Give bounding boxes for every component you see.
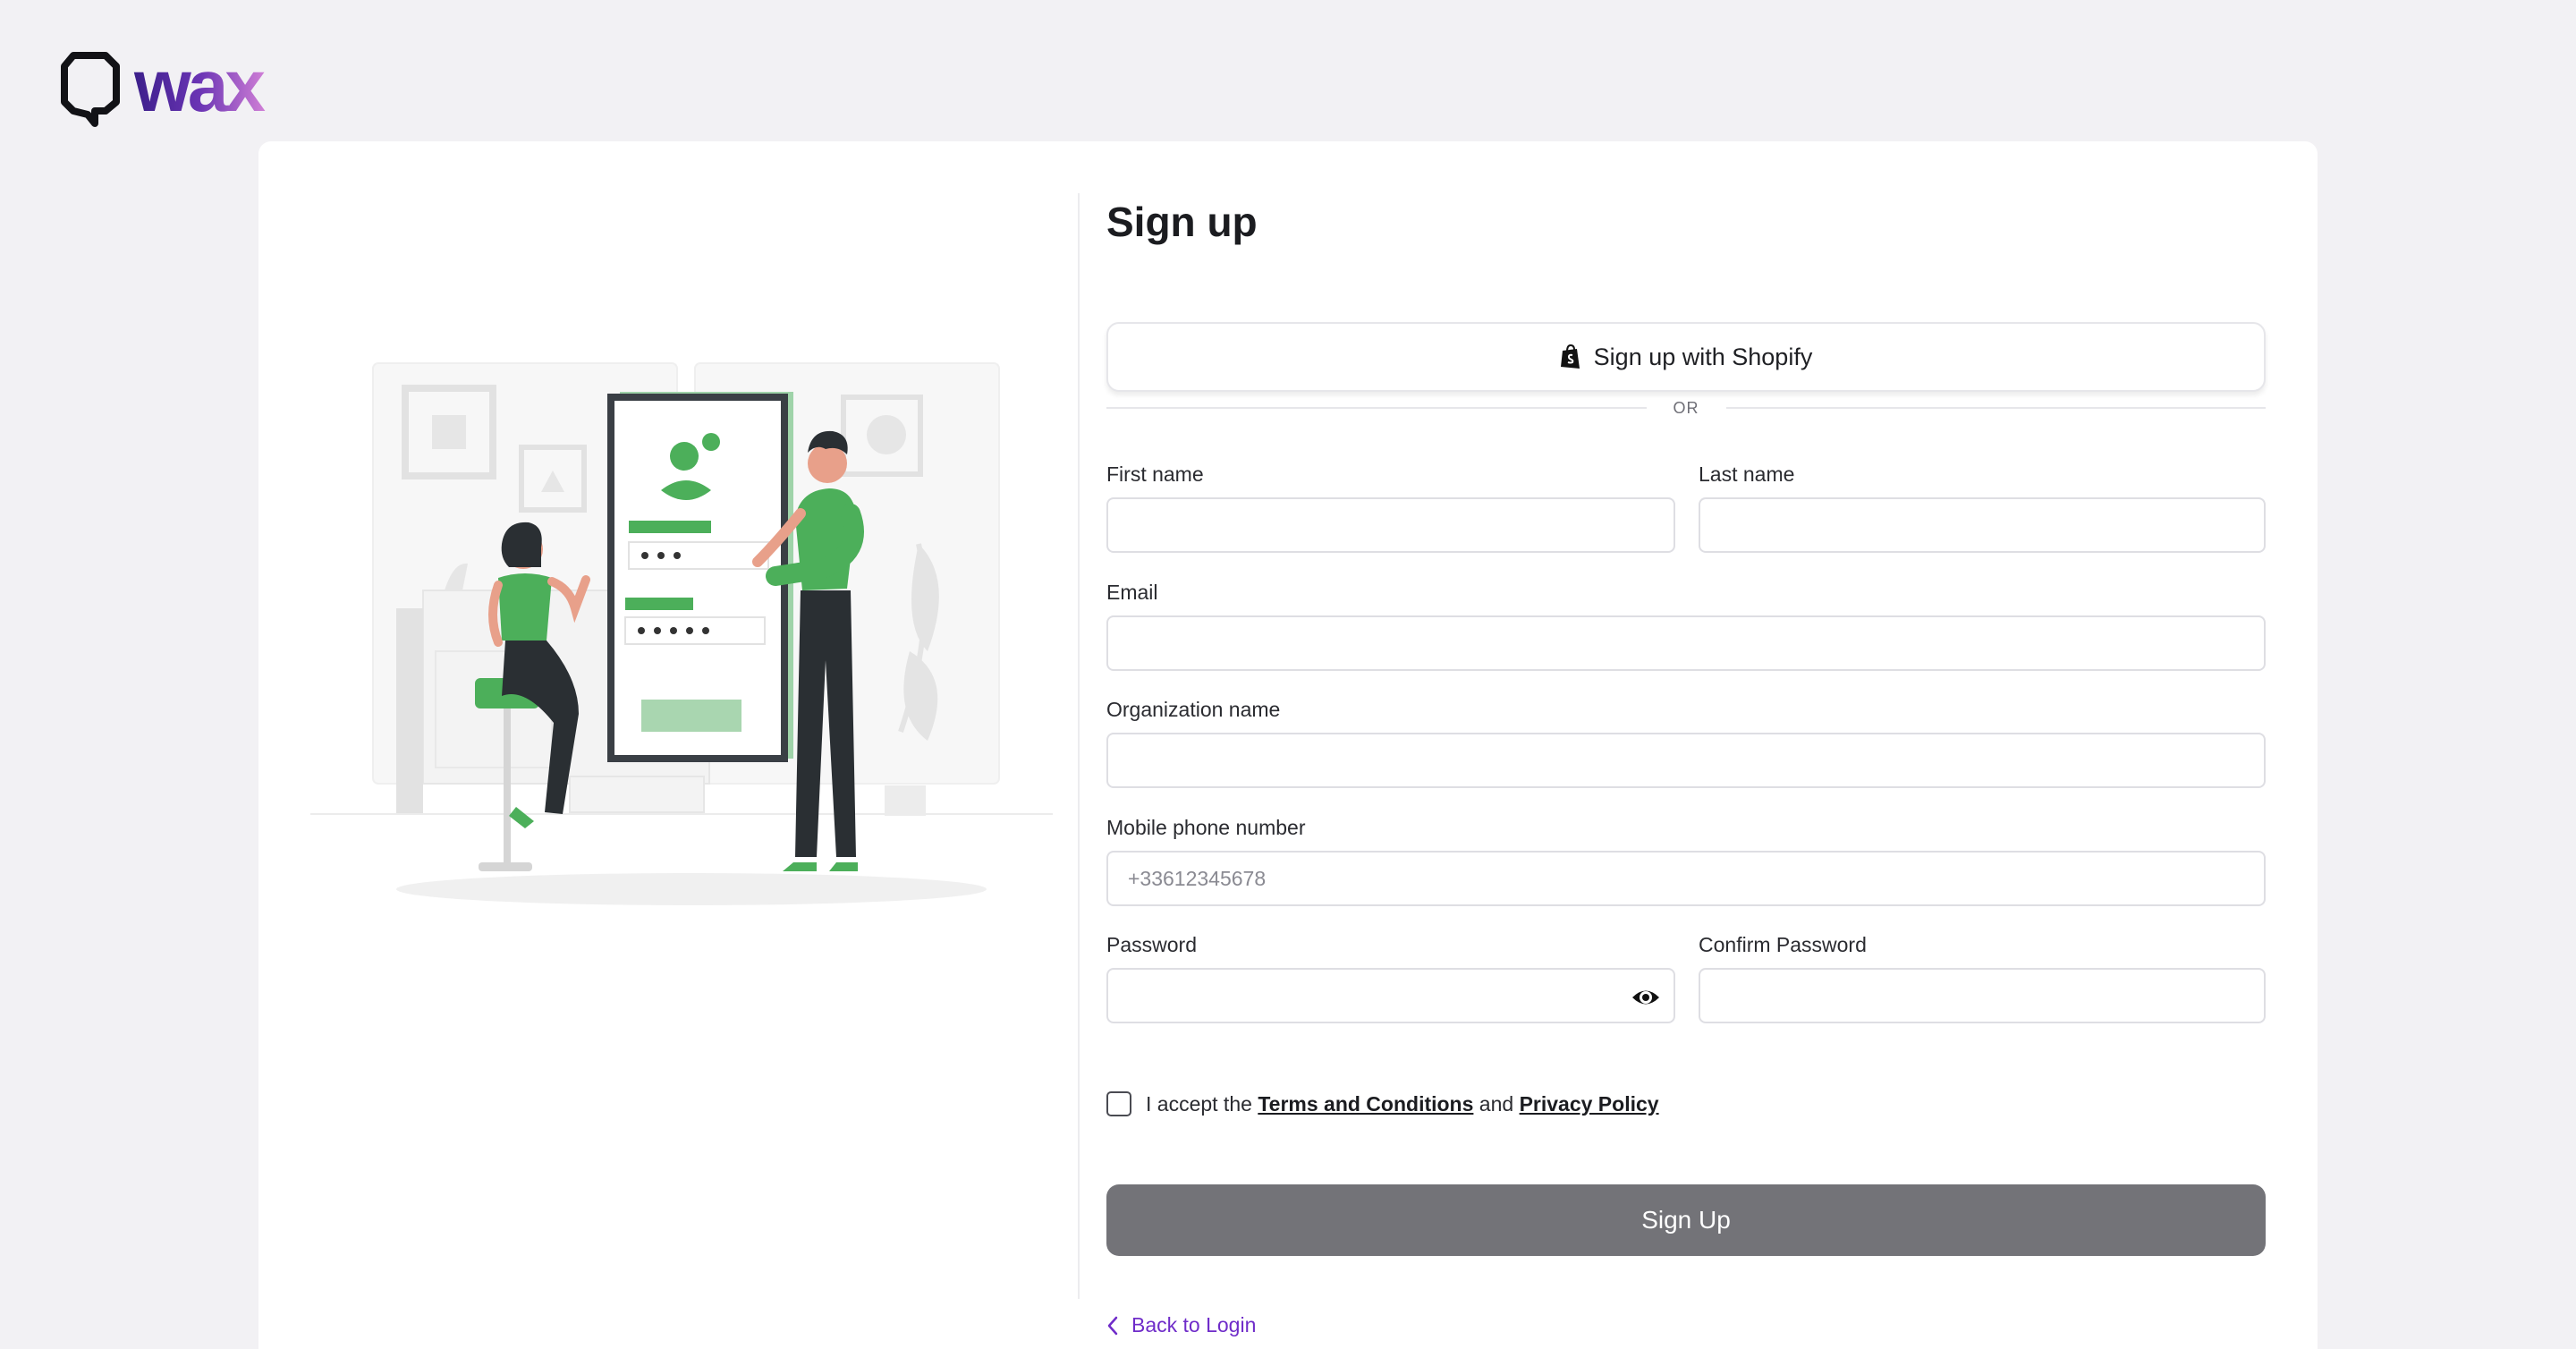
- terms-middle: and: [1479, 1091, 1514, 1116]
- or-text: OR: [1673, 398, 1699, 417]
- back-to-login-link[interactable]: Back to Login: [1106, 1313, 1256, 1337]
- terms-text: I accept the Terms and Conditions and Pr…: [1146, 1092, 1659, 1116]
- page-title: Sign up: [1106, 199, 1258, 245]
- first-name-input[interactable]: [1106, 497, 1675, 553]
- privacy-link[interactable]: Privacy Policy: [1520, 1092, 1659, 1116]
- shopping-bag-icon: [1560, 344, 1580, 369]
- vertical-divider: [1078, 193, 1080, 1299]
- signup-card: Sign up Sign up with Shopify OR First na…: [258, 141, 2318, 1349]
- sign-up-button[interactable]: Sign Up: [1106, 1184, 2266, 1256]
- back-to-login-label: Back to Login: [1131, 1313, 1257, 1336]
- chevron-left-icon: [1107, 1316, 1118, 1335]
- shopify-signup-button[interactable]: Sign up with Shopify: [1106, 322, 2266, 392]
- terms-link[interactable]: Terms and Conditions: [1258, 1092, 1473, 1116]
- eye-icon[interactable]: [1631, 982, 1661, 1013]
- terms-prefix: I accept the: [1146, 1091, 1252, 1116]
- or-line-left: [1106, 407, 1647, 409]
- last-name-label: Last name: [1699, 462, 1795, 486]
- phone-input[interactable]: [1106, 851, 2266, 906]
- password-input[interactable]: [1106, 968, 1675, 1023]
- email-label: Email: [1106, 581, 1158, 604]
- svg-text:wax: wax: [133, 52, 265, 127]
- confirm-password-label: Confirm Password: [1699, 933, 1867, 956]
- terms-row: I accept the Terms and Conditions and Pr…: [1106, 1088, 1659, 1120]
- first-name-label: First name: [1106, 462, 1204, 486]
- confirm-password-input[interactable]: [1699, 968, 2266, 1023]
- or-separator: OR: [1106, 390, 2266, 426]
- password-label: Password: [1106, 933, 1197, 956]
- terms-checkbox[interactable]: [1106, 1091, 1131, 1116]
- shopify-signup-label: Sign up with Shopify: [1593, 343, 1813, 370]
- last-name-input[interactable]: [1699, 497, 2266, 553]
- organization-label: Organization name: [1106, 698, 1281, 721]
- organization-input[interactable]: [1106, 733, 2266, 788]
- signup-illustration: [310, 362, 1053, 905]
- email-input[interactable]: [1106, 615, 2266, 671]
- wax-logo: wax: [61, 52, 268, 127]
- or-line-right: [1725, 407, 2266, 409]
- phone-label: Mobile phone number: [1106, 816, 1306, 839]
